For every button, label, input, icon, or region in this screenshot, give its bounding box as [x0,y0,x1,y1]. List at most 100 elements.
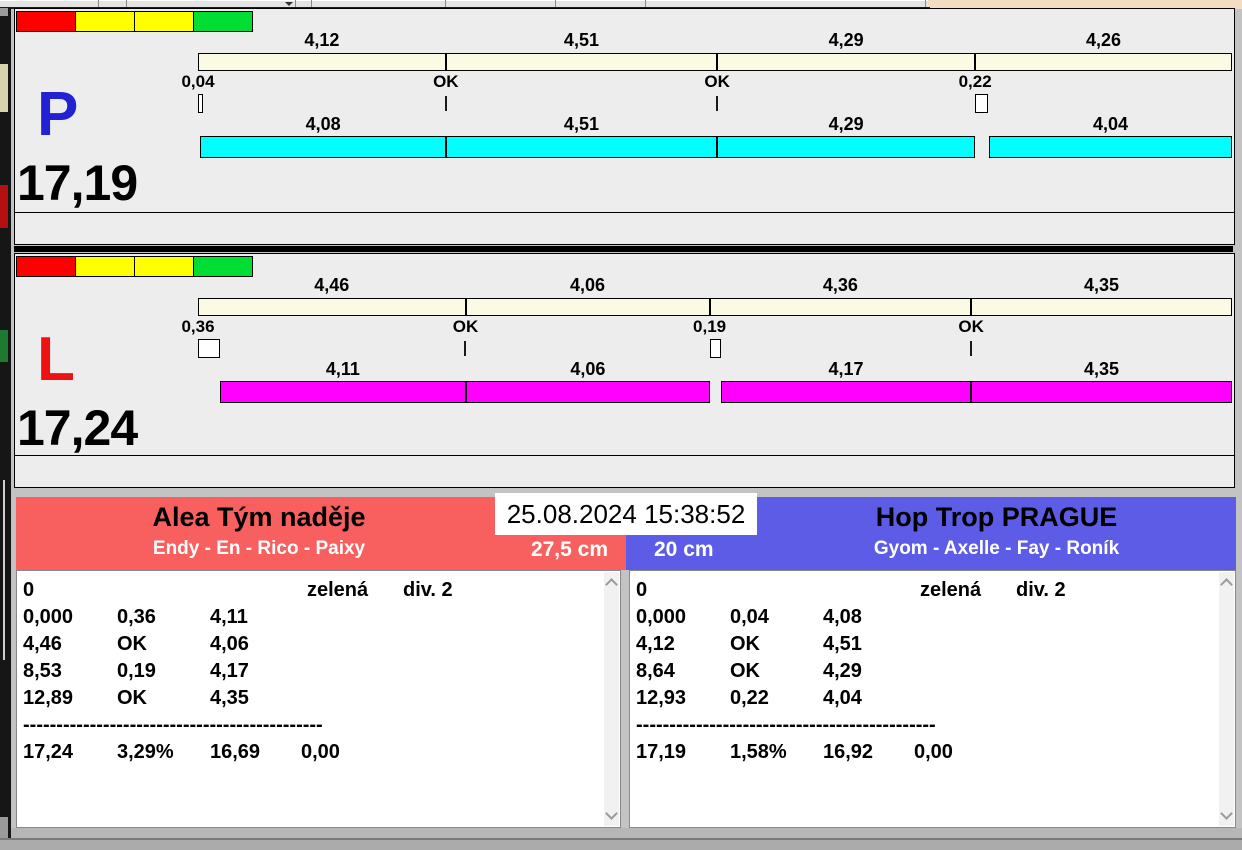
background-window-left-strip [0,8,11,838]
fault-box [709,339,721,358]
fault-box [975,94,989,113]
result-cell: 0,04 [730,606,769,628]
dog-split-label: 4,29 [828,114,864,134]
result-cell: ----------------------------------------… [23,714,323,736]
run-bar-segment [988,136,1232,158]
result-cell: zelená [920,579,982,601]
fault-box [198,94,203,113]
result-cell: 8,53 [23,660,62,682]
result-line: ----------------------------------------… [17,712,620,739]
change-fault-label: 0,04 [181,72,215,91]
result-cell: OK [730,660,760,682]
result-cell: 1,58% [730,741,787,763]
change-fault-label: 0,22 [958,72,992,91]
dog-split-label: 4,35 [1084,359,1120,379]
result-cell: OK [730,633,760,655]
result-line: 4,46 OK 4,06 [17,631,620,658]
result-cell: 0,000 [636,606,687,628]
crossing-split-label: 4,29 [828,30,864,50]
result-cell: 4,35 [210,687,249,709]
dog-split-label: 4,17 [828,359,864,379]
start-light-2 [134,11,194,32]
result-cell: 4,08 [823,606,862,628]
results-panel-left: 0 zelená div. 2 0,000 0,36 4,11 4,46 OK 4,06 8,53… [16,570,621,828]
reference-bar [198,53,1232,71]
crossing-split-label: 4,46 [314,275,350,295]
lane-total-time: 17,24 [17,400,138,456]
result-cell: div. 2 [403,579,453,601]
crossing-split-label: 4,51 [563,30,599,50]
crossing-split-label: 4,35 [1084,275,1120,295]
result-cell: 4,06 [210,633,249,655]
run-bar-segment [466,381,710,403]
result-line: 0 zelená div. 2 [17,577,620,604]
result-cell: 0 [636,579,648,601]
result-cell: div. 2 [1016,579,1066,601]
bar-divider [973,54,976,70]
results-panel-right: 0 zelená div. 2 0,000 0,04 4,08 4,12 OK 4,51 8,64… [629,570,1236,828]
change-fault-label: OK [452,317,479,336]
result-cell: 17,24 [23,741,74,763]
result-cell: 17,19 [636,741,687,763]
ok-tick [464,341,467,356]
start-light-0 [16,256,76,277]
ok-tick [970,341,973,356]
result-cell: 4,04 [823,687,862,709]
jump-height-label: 20 cm [654,538,714,561]
change-fault-label: 0,19 [693,317,727,336]
team-lineup: Gyom - Axelle - Fay - Roník [873,538,1120,559]
dog-split-label: 4,04 [1092,114,1129,134]
result-cell: 4,51 [823,633,862,655]
dog-split-label: 4,06 [570,359,606,379]
bar-divider [969,299,972,315]
result-cell: 16,92 [823,741,874,763]
taskbar-strip [0,840,1242,850]
result-cell: 0 [23,579,35,601]
result-line: 17,19 1,58% 16,92 0,00 [630,739,1235,766]
result-line: 0,000 0,36 4,11 [17,604,620,631]
team-name: Alea Tým naděje [152,502,366,532]
lane-separator [14,246,1233,252]
lane-empty-strip [14,455,1235,488]
result-cell: 12,89 [23,687,74,709]
result-cell: 0,36 [117,606,156,628]
scroll-down-button[interactable] [605,807,618,820]
change-fault-label: OK [958,317,984,336]
result-cell: 16,69 [210,741,261,763]
result-cell: zelená [307,579,369,601]
lane-panel-right: P 17,19 4,12 4,51 4,29 4,26 0,04 OK OK 0,22 4,08… [14,8,1235,214]
start-light-1 [75,11,135,32]
team-lineup: Endy - En - Rico - Paixy [152,538,366,559]
run-bar-segment [219,381,467,403]
run-bar-segment [445,136,718,158]
result-cell: 12,93 [636,687,687,709]
lane-letter: L [37,325,75,394]
crossing-split-label: 4,36 [822,275,858,295]
result-cell: 3,29% [117,741,174,763]
clock: 25.08.2024 15:38:52 [495,493,757,535]
scroll-down-button[interactable] [1220,807,1233,820]
result-line: 4,12 OK 4,51 [630,631,1235,658]
result-line: 17,24 3,29% 16,69 0,00 [17,739,620,766]
run-bar-segment [200,136,446,158]
result-cell: 4,17 [210,660,249,682]
change-fault-label: OK [704,72,730,91]
chevron-down-icon [285,2,293,6]
dog-split-label: 4,11 [325,359,360,379]
lane-split-chart: 4,46 4,06 4,36 4,35 0,36 OK 0,19 OK 4,11 4,06 4,17… [181,254,1232,456]
jump-height-label: 27,5 cm [530,538,608,561]
team-name: Hop Trop PRAGUE [875,502,1118,532]
lane-total-time: 17,19 [17,155,138,211]
change-fault-label: 0,36 [181,317,215,336]
bar-divider [716,54,719,70]
bar-divider [464,299,467,315]
result-cell: 4,29 [823,660,862,682]
result-cell: OK [117,687,147,709]
start-light-1 [75,256,135,277]
result-cell: ----------------------------------------… [636,714,936,736]
crossing-split-label: 4,12 [304,30,340,50]
lane-split-chart: 4,12 4,51 4,29 4,26 0,04 OK OK 0,22 4,08 4,51 4,29… [181,9,1232,213]
start-light-2 [134,256,194,277]
lane-panel-left: L 17,24 4,46 4,06 4,36 4,35 0,36 OK 0,19 OK 4,11… [14,253,1235,457]
crossing-split-label: 4,06 [570,275,606,295]
